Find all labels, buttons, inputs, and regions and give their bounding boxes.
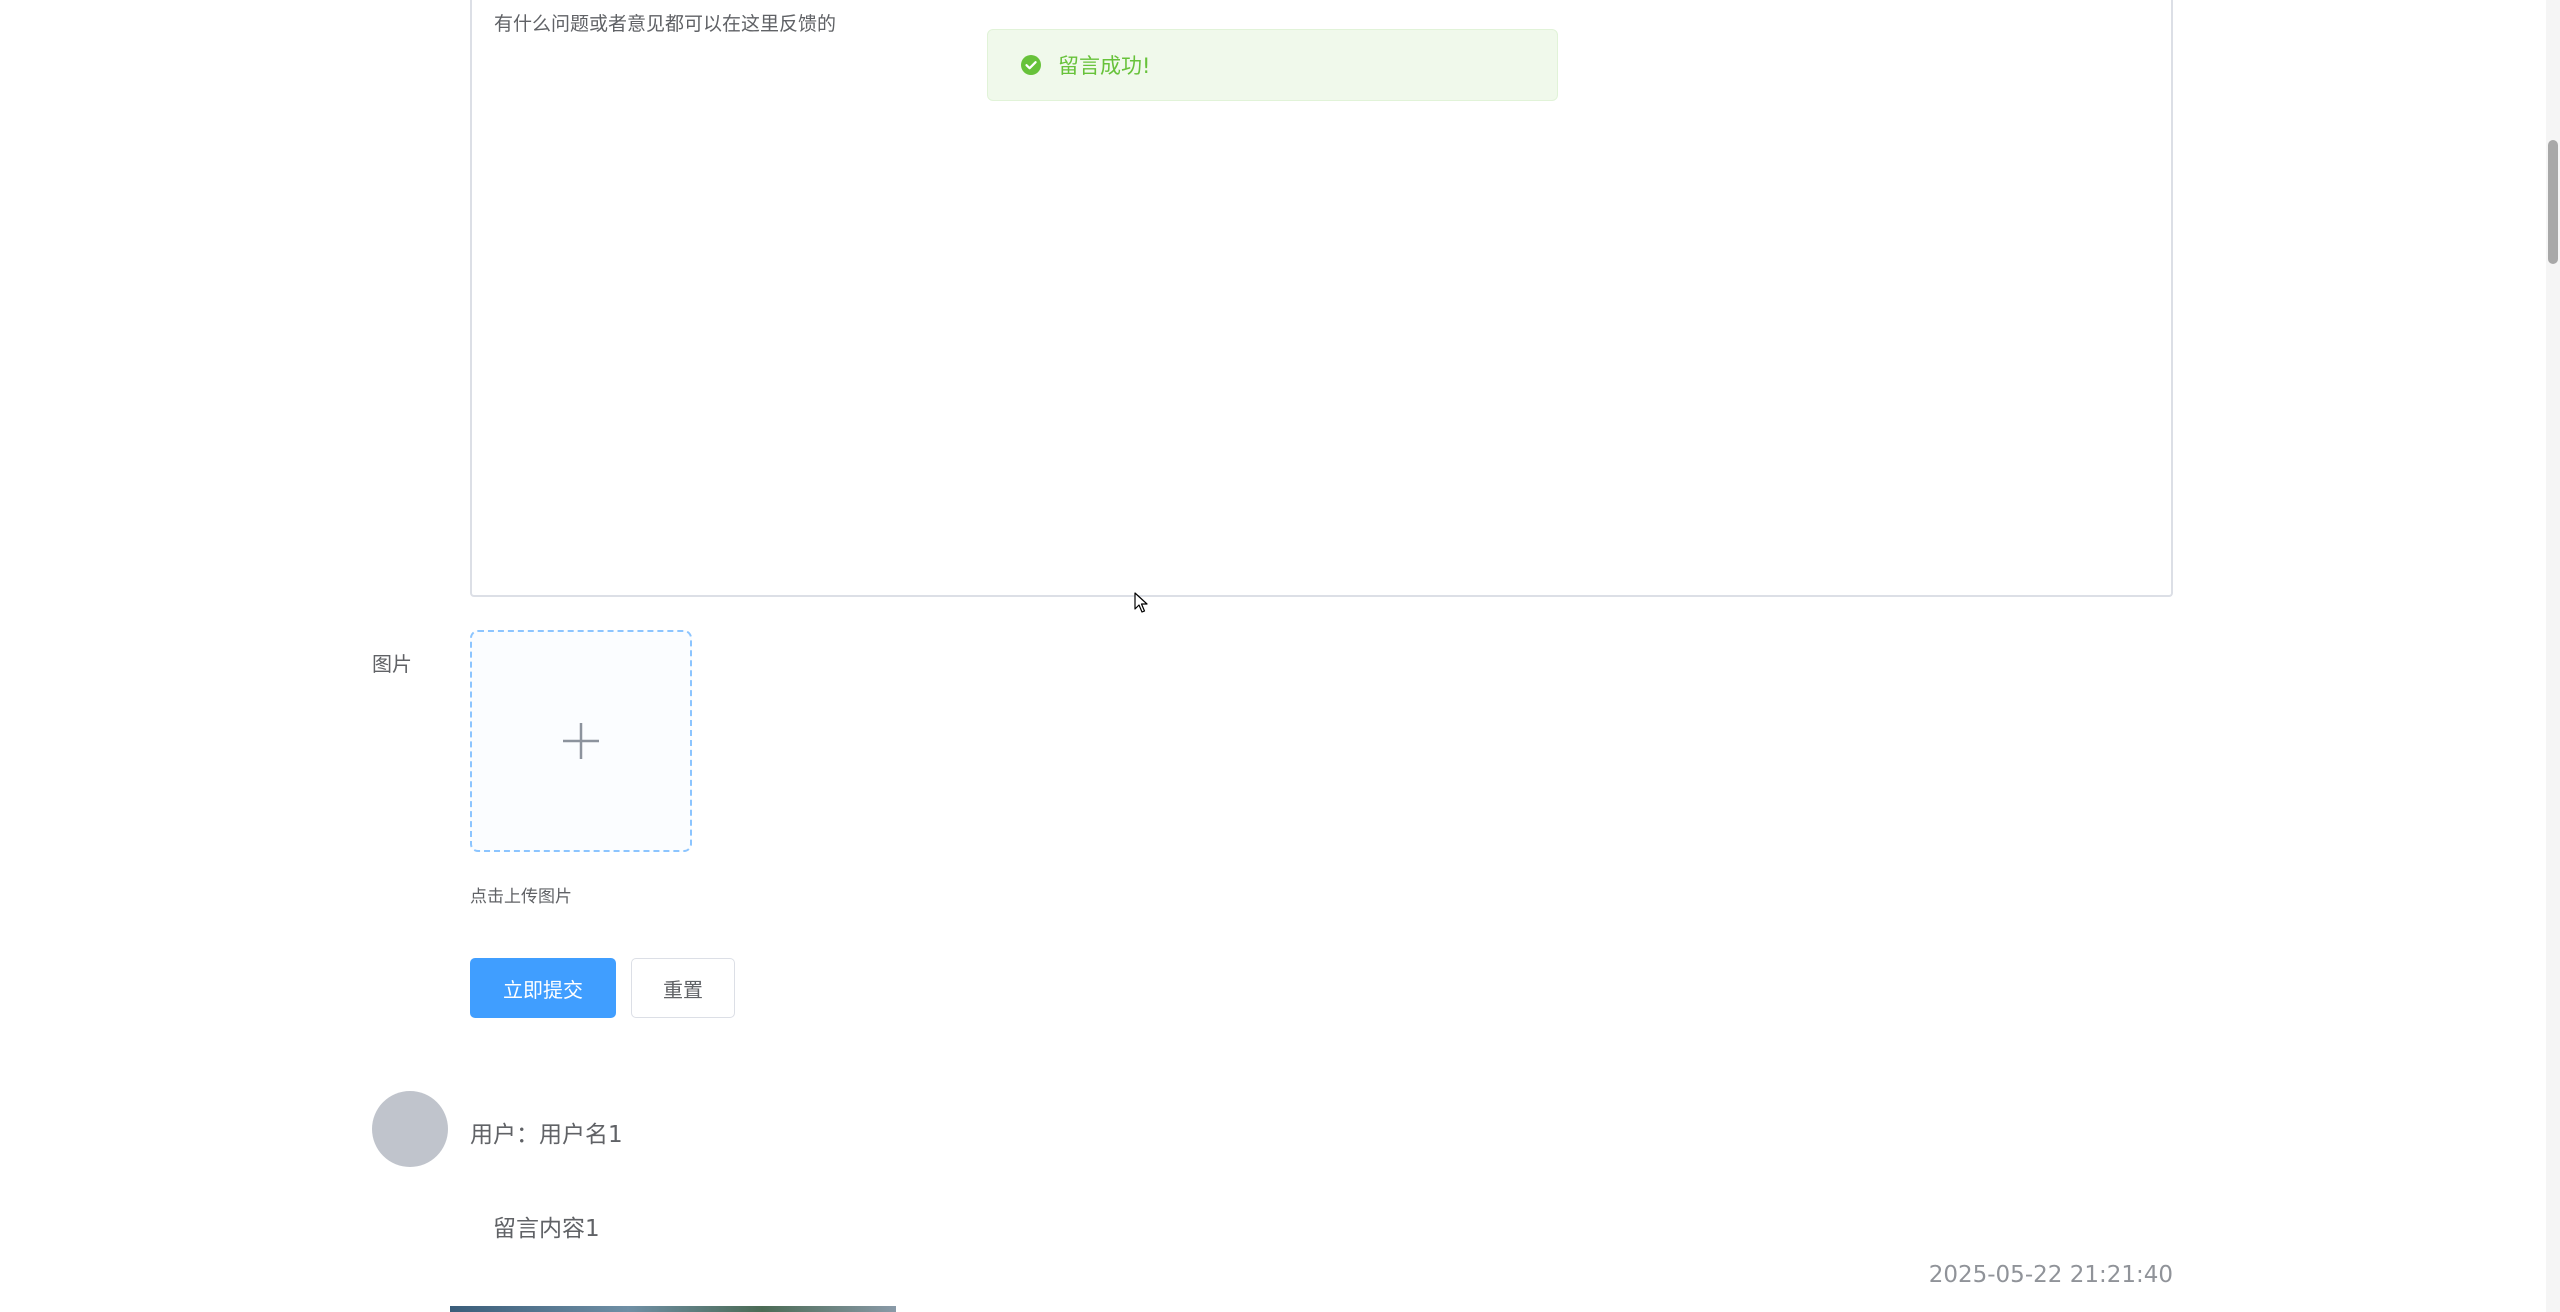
scrollbar-track[interactable] <box>2546 0 2560 1312</box>
success-toast: 留言成功! <box>987 29 1558 101</box>
comment-time: 2025-05-22 21:21:40 <box>1928 1262 2173 1288</box>
check-circle-icon <box>1021 55 1041 75</box>
scrollbar-thumb[interactable] <box>2548 140 2558 264</box>
comment-image[interactable] <box>450 1306 896 1312</box>
mouse-cursor-icon <box>1134 592 1148 613</box>
image-label: 图片 <box>372 652 412 676</box>
comment-content: 留言内容1 <box>493 1216 600 1242</box>
page: 有什么问题或者意见都可以在这里反馈的 留言成功! 图片 点击上传图片 立即提交 … <box>0 0 2560 1312</box>
comment-user: 用户：用户名1 <box>470 1122 623 1148</box>
avatar <box>372 1091 448 1167</box>
toast-message: 留言成功! <box>1058 54 1151 78</box>
image-upload-button[interactable] <box>470 630 692 852</box>
submit-button[interactable]: 立即提交 <box>470 958 616 1018</box>
reset-button[interactable]: 重置 <box>631 958 735 1018</box>
plus-icon <box>563 723 599 759</box>
upload-hint: 点击上传图片 <box>470 887 572 907</box>
